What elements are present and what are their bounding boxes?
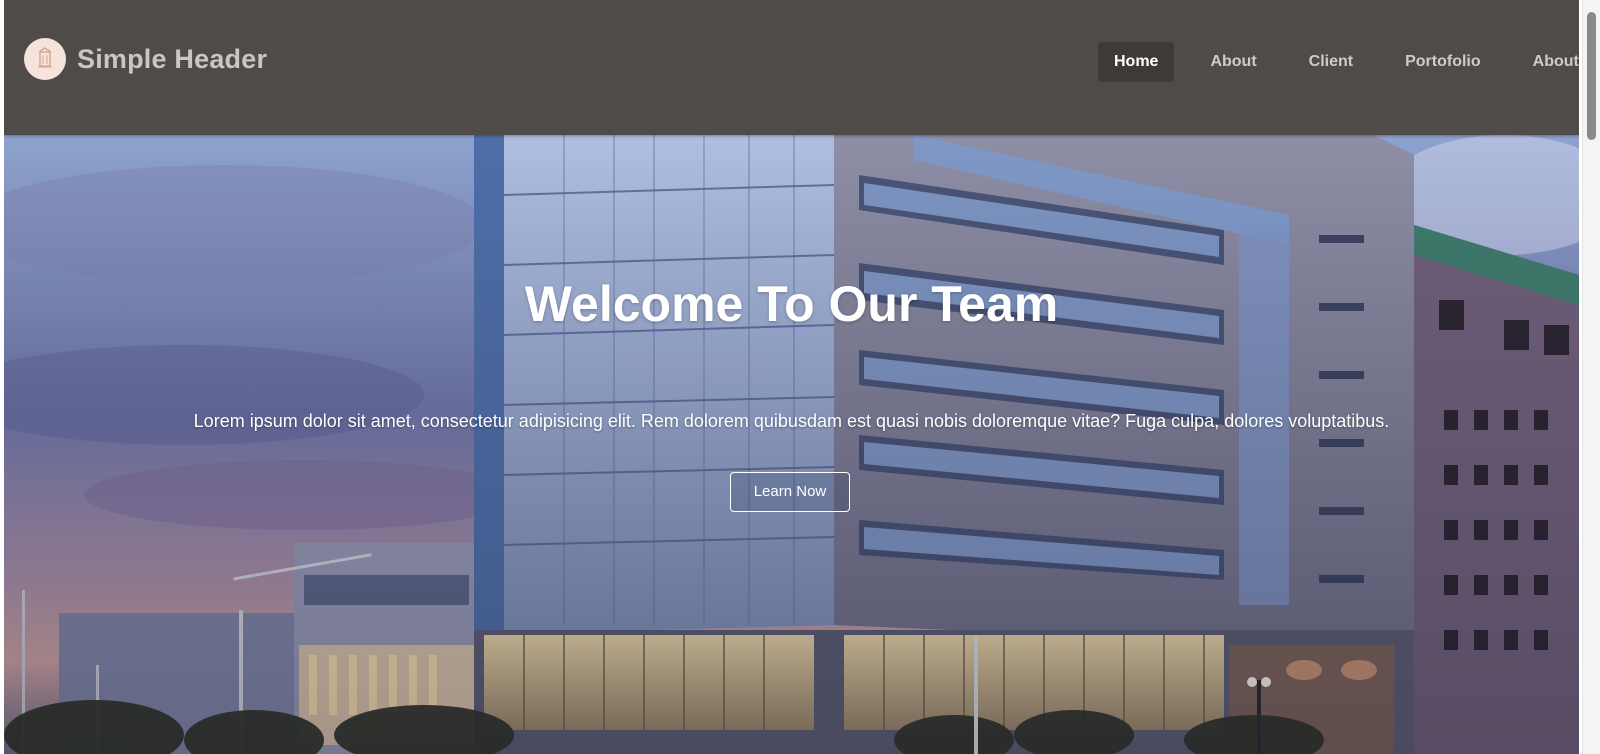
- site-header: Simple Header Home About Client Portofol…: [4, 0, 1579, 135]
- main-nav: Home About Client Portofolio About: [1098, 42, 1579, 82]
- hero-background-image: [4, 135, 1579, 754]
- page-viewport: Simple Header Home About Client Portofol…: [4, 0, 1579, 754]
- hero-title: Welcome To Our Team: [524, 276, 1059, 332]
- site-title[interactable]: Simple Header: [77, 44, 267, 75]
- nav-item-about-2[interactable]: About: [1517, 42, 1579, 82]
- scrollbar-thumb[interactable]: [1587, 12, 1596, 140]
- hero-section: Welcome To Our Team Lorem ipsum dolor si…: [4, 135, 1579, 754]
- brand[interactable]: Simple Header: [24, 38, 267, 80]
- nav-item-client[interactable]: Client: [1293, 42, 1369, 82]
- building-logo-icon[interactable]: [24, 38, 66, 80]
- nav-item-portofolio[interactable]: Portofolio: [1389, 42, 1497, 82]
- nav-item-home[interactable]: Home: [1098, 42, 1175, 82]
- nav-item-about[interactable]: About: [1194, 42, 1272, 82]
- vertical-scrollbar[interactable]: [1582, 0, 1600, 754]
- learn-now-button[interactable]: Learn Now: [730, 472, 850, 512]
- hero-description: Lorem ipsum dolor sit amet, consectetur …: [193, 411, 1390, 431]
